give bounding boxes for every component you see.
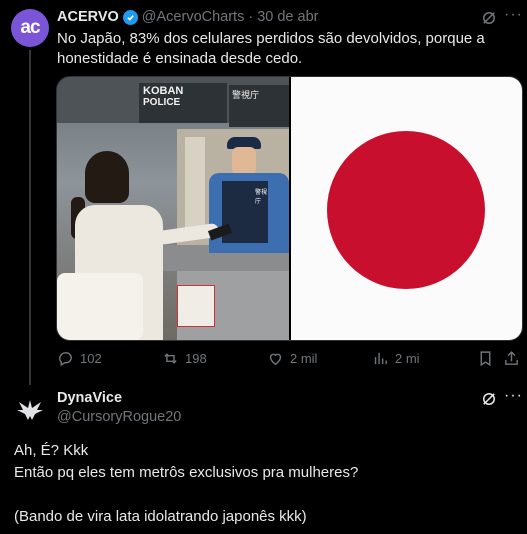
avatar-logo-text: ac (20, 17, 40, 38)
grok-icon (483, 393, 495, 405)
reply-grok-button[interactable] (480, 390, 498, 413)
reply-line-2: Então pq eles tem metrôs exclusivos pra … (14, 464, 359, 481)
koban-sign: KOBAN POLICE (139, 83, 227, 123)
reply-icon (59, 352, 72, 367)
grok-icon (483, 12, 495, 24)
woman-hair (85, 151, 129, 203)
koban-poster (177, 285, 215, 327)
reply-button[interactable]: 102 (57, 350, 102, 367)
tweet-text: No Japão, 83% dos celulares perdidos são… (57, 30, 485, 67)
avatar[interactable]: ac (11, 9, 49, 47)
separator-dot: · (248, 9, 254, 25)
japan-flag-image[interactable] (289, 77, 522, 340)
thread-line (29, 50, 31, 385)
reply-avatar[interactable] (15, 394, 45, 424)
reply-author-handle[interactable]: @CursoryRogue20 (57, 409, 181, 425)
views-button[interactable]: 2 mi (372, 350, 420, 367)
retweet-icon (164, 353, 177, 364)
like-button[interactable]: 2 mil (267, 350, 317, 367)
reply-count: 102 (80, 351, 102, 366)
koban-sign-line1: KOBAN (143, 85, 184, 97)
reply-line-3: (Bando de vira lata idolatrando japonês … (14, 508, 307, 525)
winged-emblem-icon (17, 400, 43, 420)
koban-notice-board (185, 137, 205, 237)
reply-line-1: Ah, É? Kkk (14, 442, 89, 459)
retweet-button[interactable]: 198 (162, 350, 207, 367)
author-name[interactable]: ACERVO (57, 9, 119, 25)
tweet-date[interactable]: 30 de abr (257, 9, 318, 25)
retweet-count: 198 (185, 351, 207, 366)
officer-face (232, 147, 256, 175)
like-count: 2 mil (290, 351, 318, 366)
koban-photo[interactable]: KOBAN POLICE 警視庁 警視庁 (57, 77, 289, 340)
reply-author-name[interactable]: DynaVice (57, 390, 122, 406)
views-chart-icon (374, 352, 387, 365)
heart-icon (269, 353, 282, 366)
bookmark-button[interactable] (477, 350, 494, 367)
reply-line-blank (14, 484, 514, 506)
officer-badge: 警視庁 (255, 190, 268, 205)
share-icon (505, 351, 518, 365)
verified-badge-icon (122, 9, 138, 25)
tweet-header: ACERVO @AcervoCharts · 30 de abr (57, 9, 318, 25)
koban-kanji-sign: 警視庁 (229, 85, 289, 127)
more-options-icon[interactable]: ··· (504, 6, 523, 24)
koban-sign-line2: POLICE (143, 97, 181, 108)
woman-bag (57, 273, 143, 340)
author-handle[interactable]: @AcervoCharts (142, 9, 245, 25)
tweet-actions: 102 198 2 mil 2 mi (57, 350, 522, 370)
bookmark-icon (480, 351, 491, 367)
share-button[interactable] (503, 350, 520, 367)
reply-text: Ah, É? Kkk Então pq eles tem metrôs excl… (14, 440, 514, 528)
flag-red-circle (327, 131, 485, 289)
tweet-media[interactable]: KOBAN POLICE 警視庁 警視庁 (56, 76, 523, 341)
reply-more-options-icon[interactable]: ··· (504, 387, 523, 405)
views-count: 2 mi (395, 351, 420, 366)
